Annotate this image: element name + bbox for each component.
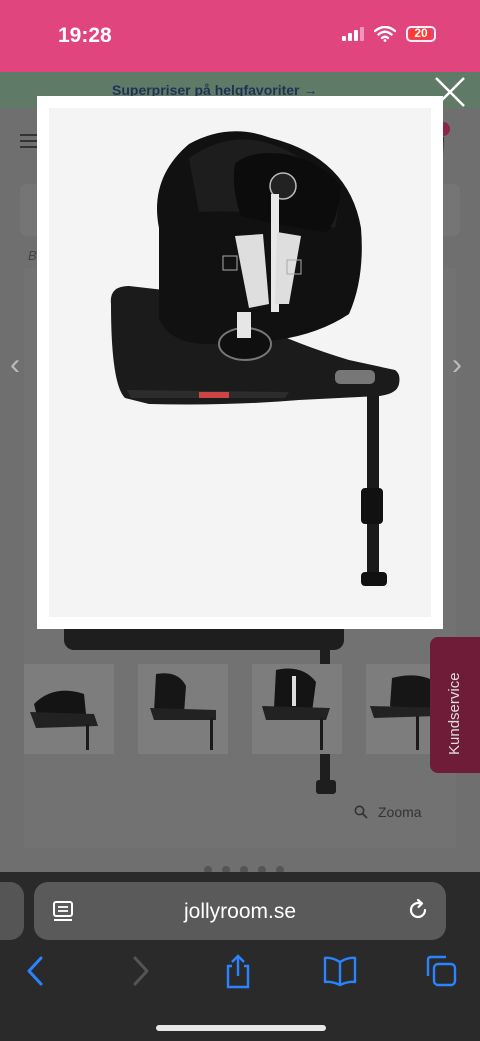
- wifi-icon: [374, 26, 396, 42]
- tabs-icon[interactable]: [424, 954, 458, 988]
- thumbnail-strip: [24, 664, 456, 754]
- back-icon[interactable]: [24, 954, 46, 988]
- reload-icon[interactable]: [406, 898, 430, 922]
- chevron-left-icon[interactable]: ‹: [10, 348, 20, 382]
- search-icon: [354, 805, 368, 819]
- thumbnail[interactable]: [138, 664, 228, 754]
- browser-chrome: jollyroom.se: [0, 872, 480, 1041]
- status-time: 19:28: [58, 24, 112, 47]
- breadcrumb[interactable]: B: [28, 248, 37, 263]
- previous-tab[interactable]: [0, 882, 24, 940]
- url-text: jollyroom.se: [183, 900, 297, 923]
- battery-level: 20: [414, 26, 428, 40]
- address-bar[interactable]: jollyroom.se: [34, 882, 446, 940]
- status-bar: 19:28 20: [0, 0, 480, 72]
- share-icon[interactable]: [222, 954, 254, 990]
- zoom-label: Zooma: [378, 804, 422, 820]
- thumbnail[interactable]: [252, 664, 342, 754]
- home-indicator: [156, 1025, 326, 1031]
- battery-icon: 20: [406, 26, 436, 42]
- chevron-right-icon[interactable]: ›: [452, 348, 462, 382]
- customer-service-label: Kundservice: [446, 672, 463, 755]
- signal-icon: [342, 27, 364, 41]
- forward-icon[interactable]: [130, 954, 152, 988]
- lightbox-image: [49, 108, 431, 617]
- zoom-button[interactable]: Zooma: [354, 804, 422, 820]
- image-lightbox: [37, 96, 443, 629]
- bookmarks-icon[interactable]: [322, 954, 358, 988]
- thumbnail[interactable]: [24, 664, 114, 754]
- customer-service-tab[interactable]: Kundservice: [430, 637, 480, 773]
- browser-toolbar: [0, 954, 480, 994]
- status-icons: 20: [342, 26, 436, 42]
